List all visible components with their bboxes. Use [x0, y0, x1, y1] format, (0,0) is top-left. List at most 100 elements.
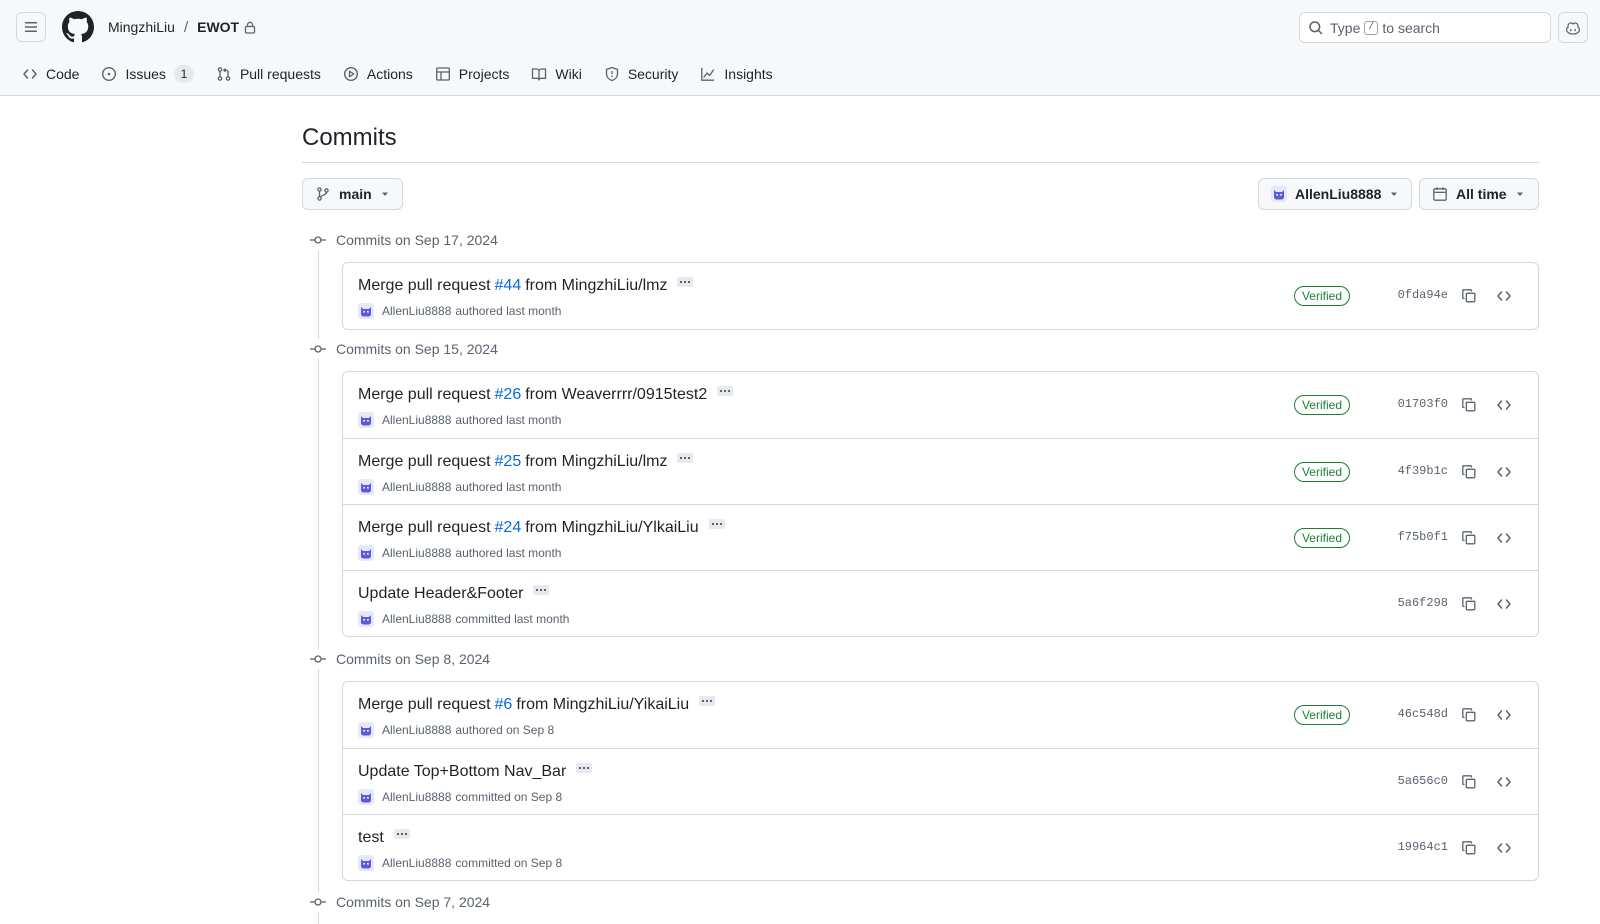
search-input[interactable]: Type / to search: [1299, 12, 1551, 43]
commit-sha-link[interactable]: 5a6f298: [1398, 596, 1448, 610]
verified-badge[interactable]: Verified: [1293, 462, 1350, 482]
expand-message-button[interactable]: [533, 585, 550, 595]
commit-row: Update Header&Footer AllenLiu8888 committe…: [343, 570, 1538, 636]
commit-title-text[interactable]: test: [358, 829, 384, 847]
tab-projects[interactable]: Projects: [429, 59, 516, 89]
copy-icon[interactable]: [1460, 463, 1478, 481]
verified-badge[interactable]: Verified: [1293, 705, 1350, 725]
commit-author-link[interactable]: AllenLiu8888: [382, 790, 451, 804]
copy-icon[interactable]: [1460, 773, 1478, 791]
avatar[interactable]: [358, 545, 374, 561]
tab-code-label: Code: [46, 66, 80, 82]
repo-owner-link[interactable]: MingzhiLiu: [108, 19, 175, 35]
commit-group-box: Merge pull request #26 from Weaverrrr/0915…: [342, 371, 1539, 637]
hamburger-menu-button[interactable]: [16, 12, 46, 42]
commit-sha-link[interactable]: f75b0f1: [1398, 530, 1448, 544]
commit-sha-link[interactable]: 01703f0: [1398, 397, 1448, 411]
commit-group-box: Merge pull request #44 from MingzhiLiu/lmz…: [342, 262, 1539, 330]
commit-author-link[interactable]: AllenLiu8888: [382, 413, 451, 427]
commit-author-link[interactable]: AllenLiu8888: [382, 612, 451, 626]
copilot-button[interactable]: [1558, 12, 1588, 43]
copy-icon[interactable]: [1460, 839, 1478, 857]
branch-select-button[interactable]: main: [302, 178, 403, 210]
pull-request-link[interactable]: #6: [495, 696, 513, 714]
pull-request-link[interactable]: #44: [495, 277, 522, 295]
browse-code-icon[interactable]: [1495, 706, 1513, 724]
avatar[interactable]: [358, 479, 374, 495]
avatar[interactable]: [358, 303, 374, 319]
commit-title-branch[interactable]: from MingzhiLiu/lmz: [525, 277, 667, 295]
copy-icon[interactable]: [1460, 595, 1478, 613]
expand-message-button[interactable]: [393, 829, 410, 839]
commit-title-text[interactable]: Merge pull request: [358, 696, 491, 714]
commit-group-date: Commits on Sep 7, 2024: [336, 894, 491, 910]
commit-title-text[interactable]: Update Top+Bottom Nav_Bar: [358, 763, 566, 781]
commit-author-link[interactable]: AllenLiu8888: [382, 480, 451, 494]
commit-author-link[interactable]: AllenLiu8888: [382, 546, 451, 560]
browse-code-icon[interactable]: [1495, 839, 1513, 857]
browse-code-icon[interactable]: [1495, 396, 1513, 414]
pull-request-link[interactable]: #26: [495, 386, 522, 404]
tab-pull-requests[interactable]: Pull requests: [210, 59, 327, 89]
commit-title-text[interactable]: Merge pull request: [358, 453, 491, 471]
browse-code-icon[interactable]: [1495, 287, 1513, 305]
tab-issues[interactable]: Issues 1: [95, 59, 199, 89]
tab-code[interactable]: Code: [16, 59, 85, 89]
browse-code-icon[interactable]: [1495, 595, 1513, 613]
copy-icon[interactable]: [1460, 396, 1478, 414]
commit-sha-link[interactable]: 19964c1: [1398, 840, 1448, 854]
commit-title-branch[interactable]: from MingzhiLiu/lmz: [525, 453, 667, 471]
commit-meta: AllenLiu8888 authored last month: [358, 303, 561, 319]
commit-sha-link[interactable]: 4f39b1c: [1398, 464, 1448, 478]
commit-group-header: Commits on Sep 15, 2024: [310, 339, 498, 359]
expand-message-button[interactable]: [699, 696, 716, 706]
pull-request-link[interactable]: #25: [495, 453, 522, 471]
time-filter-button[interactable]: All time: [1419, 178, 1539, 210]
github-logo-icon[interactable]: [62, 11, 94, 43]
author-filter-button[interactable]: AllenLiu8888: [1258, 178, 1412, 210]
verified-badge[interactable]: Verified: [1293, 286, 1350, 306]
commit-author-link[interactable]: AllenLiu8888: [382, 856, 451, 870]
commit-title-branch[interactable]: from MingzhiLiu/YikaiLiu: [516, 696, 689, 714]
commit-title-text[interactable]: Merge pull request: [358, 277, 491, 295]
avatar[interactable]: [358, 722, 374, 738]
tab-actions[interactable]: Actions: [337, 59, 419, 89]
tab-insights[interactable]: Insights: [694, 59, 778, 89]
copy-icon[interactable]: [1460, 529, 1478, 547]
avatar[interactable]: [358, 789, 374, 805]
expand-message-button[interactable]: [576, 763, 593, 773]
tab-wiki[interactable]: Wiki: [525, 59, 587, 89]
commit-title-text[interactable]: Update Header&Footer: [358, 585, 523, 603]
copy-icon[interactable]: [1460, 287, 1478, 305]
tab-security[interactable]: Security: [598, 59, 685, 89]
commit-title-branch[interactable]: from MingzhiLiu/YlkaiLiu: [525, 519, 698, 537]
commit-title-branch[interactable]: from Weaverrrr/0915test2: [525, 386, 707, 404]
commit-title-text[interactable]: Merge pull request: [358, 519, 491, 537]
copy-icon[interactable]: [1460, 706, 1478, 724]
commit-time-text: authored on Sep 8: [455, 723, 555, 737]
commit-sha-link[interactable]: 0fda94e: [1398, 288, 1448, 302]
commit-author-link[interactable]: AllenLiu8888: [382, 723, 451, 737]
repo-name-link[interactable]: EWOT: [197, 19, 239, 35]
expand-message-button[interactable]: [677, 277, 694, 287]
expand-message-button[interactable]: [708, 519, 725, 529]
avatar[interactable]: [358, 412, 374, 428]
commit-sha-link[interactable]: 46c548d: [1398, 707, 1448, 721]
browse-code-icon[interactable]: [1495, 773, 1513, 791]
verified-badge[interactable]: Verified: [1293, 395, 1350, 415]
commit-sha-link[interactable]: 5a656c0: [1398, 774, 1448, 788]
commit-title: Merge pull request #24 from MingzhiLiu/Ylk…: [358, 519, 725, 537]
browse-code-icon[interactable]: [1495, 529, 1513, 547]
pull-request-link[interactable]: #24: [495, 519, 522, 537]
calendar-icon: [1432, 186, 1448, 202]
shield-icon: [605, 66, 618, 82]
commit-title-text[interactable]: Merge pull request: [358, 386, 491, 404]
expand-message-button[interactable]: [677, 453, 694, 463]
commit-author-link[interactable]: AllenLiu8888: [382, 304, 451, 318]
commit-group-header: Commits on Sep 17, 2024: [310, 230, 498, 250]
browse-code-icon[interactable]: [1495, 463, 1513, 481]
verified-badge[interactable]: Verified: [1293, 528, 1350, 548]
avatar[interactable]: [358, 611, 374, 627]
expand-message-button[interactable]: [717, 386, 734, 396]
avatar[interactable]: [358, 855, 374, 871]
